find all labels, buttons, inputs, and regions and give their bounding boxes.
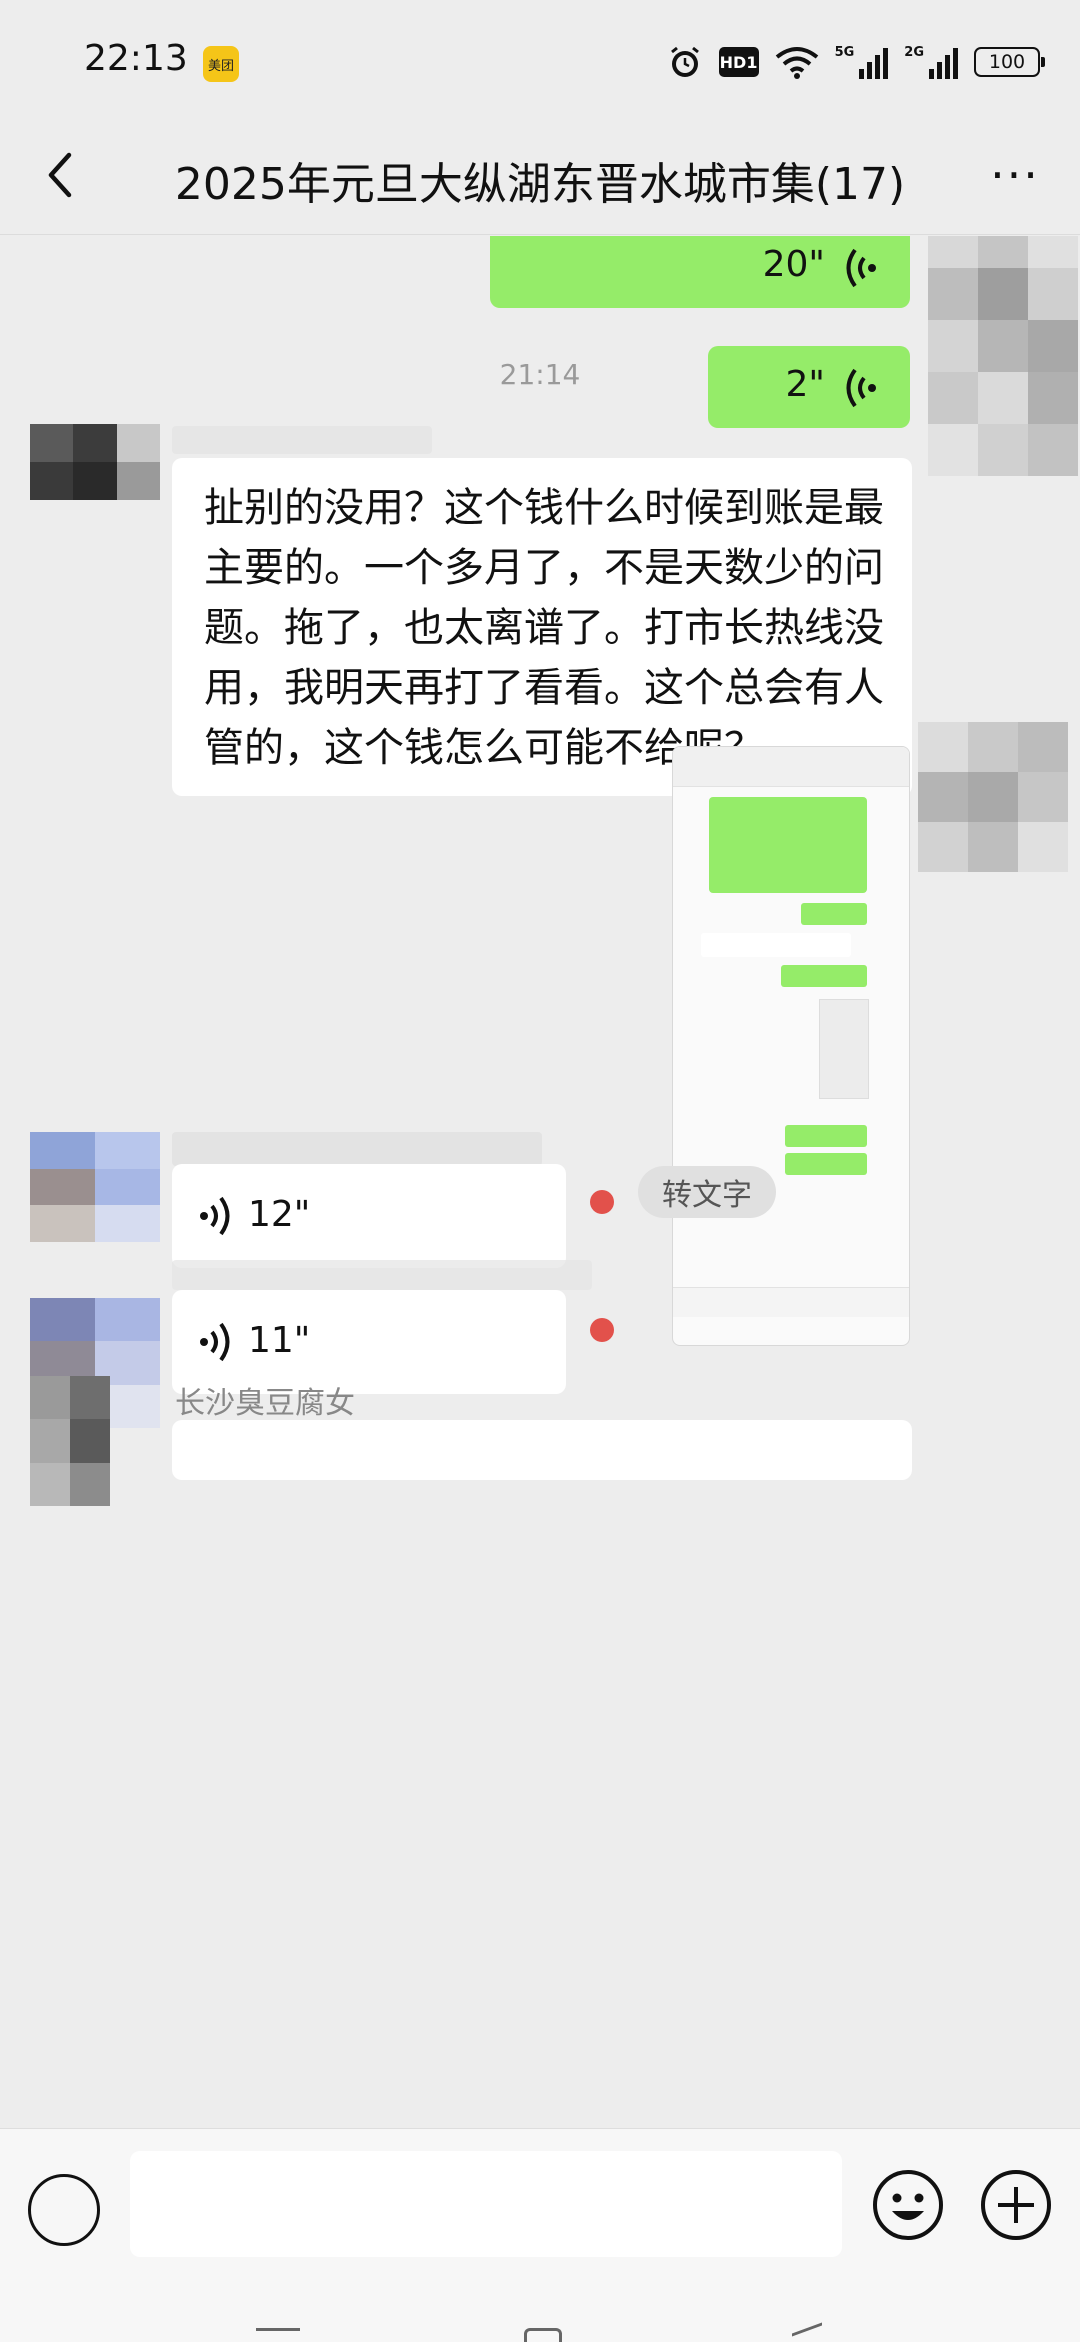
home-button[interactable]: [524, 2328, 562, 2342]
outgoing-image-message[interactable]: [672, 746, 910, 1346]
sender-name-blurred: [172, 1260, 592, 1290]
status-bar: 22:13 美团 HD1 5G 2G 100: [0, 0, 1080, 120]
emoji-icon[interactable]: [870, 2167, 946, 2243]
image-green-bubble: [785, 1125, 867, 1147]
sender-name: 长沙臭豆腐女: [175, 1386, 355, 1421]
signal-2g-icon: 2G: [904, 45, 958, 79]
image-green-bubble: [709, 797, 867, 893]
message-input[interactable]: [130, 2151, 842, 2257]
image-green-bubble: [801, 903, 867, 925]
system-nav-bar: [0, 2278, 1080, 2342]
chat-header: 2025年元旦大纵湖东晋水城市集(17) ···: [0, 120, 1080, 235]
add-attachment-icon[interactable]: [978, 2167, 1054, 2243]
sender-name-blurred: [172, 426, 432, 454]
voice-wave-icon: [200, 1196, 230, 1236]
image-input-bar: [673, 1287, 909, 1317]
outgoing-voice-message[interactable]: 20": [490, 236, 910, 308]
signal-5g-icon: 5G: [835, 45, 889, 79]
image-white-bubble: [701, 933, 851, 957]
unread-dot: [590, 1318, 614, 1342]
image-top-bar: [673, 747, 909, 787]
back-button[interactable]: [30, 145, 90, 205]
voice-duration: 12": [248, 1194, 311, 1235]
message-list[interactable]: 20" 2" 21:14 扯别的没用？这个钱什么时候到账是最主要的。一个多月了，…: [0, 236, 1080, 2126]
avatar[interactable]: [30, 424, 160, 500]
unread-dot: [590, 1190, 614, 1214]
voice-input-toggle-button[interactable]: [28, 2174, 100, 2246]
image-green-bubble: [785, 1153, 867, 1175]
avatar[interactable]: [30, 1376, 110, 1506]
incoming-voice-message[interactable]: 12": [172, 1164, 566, 1268]
convert-to-text-button[interactable]: 转文字: [638, 1166, 776, 1218]
battery-icon: 100: [974, 47, 1045, 77]
meituan-app-icon: 美团: [203, 46, 239, 82]
status-time: 22:13: [84, 38, 188, 79]
more-options-button[interactable]: ···: [980, 145, 1050, 205]
alarm-icon: [667, 44, 703, 80]
voice-duration: 20": [762, 244, 825, 285]
incoming-message-partial[interactable]: [172, 1420, 912, 1480]
message-timestamp: 21:14: [499, 358, 581, 391]
wifi-icon: [775, 45, 819, 79]
voice-duration: 11": [248, 1320, 311, 1361]
avatar[interactable]: [918, 722, 1068, 872]
image-green-bubble: [781, 965, 867, 987]
recent-apps-button[interactable]: [256, 2328, 300, 2342]
voice-wave-icon: [200, 1322, 230, 1362]
sender-name-blurred: [172, 1132, 542, 1166]
avatar[interactable]: [928, 236, 1078, 476]
back-nav-button[interactable]: [792, 2322, 822, 2342]
status-icons: HD1 5G 2G 100: [667, 40, 1045, 84]
hd-voice-icon: HD1: [718, 47, 759, 77]
image-nested-shot: [819, 999, 869, 1099]
chat-title: 2025年元旦大纵湖东晋水城市集(17): [174, 159, 906, 210]
voice-wave-icon: [846, 248, 876, 288]
chevron-left-icon: [48, 152, 72, 198]
avatar[interactable]: [30, 1132, 160, 1242]
message-input-bar: [0, 2128, 1080, 2278]
